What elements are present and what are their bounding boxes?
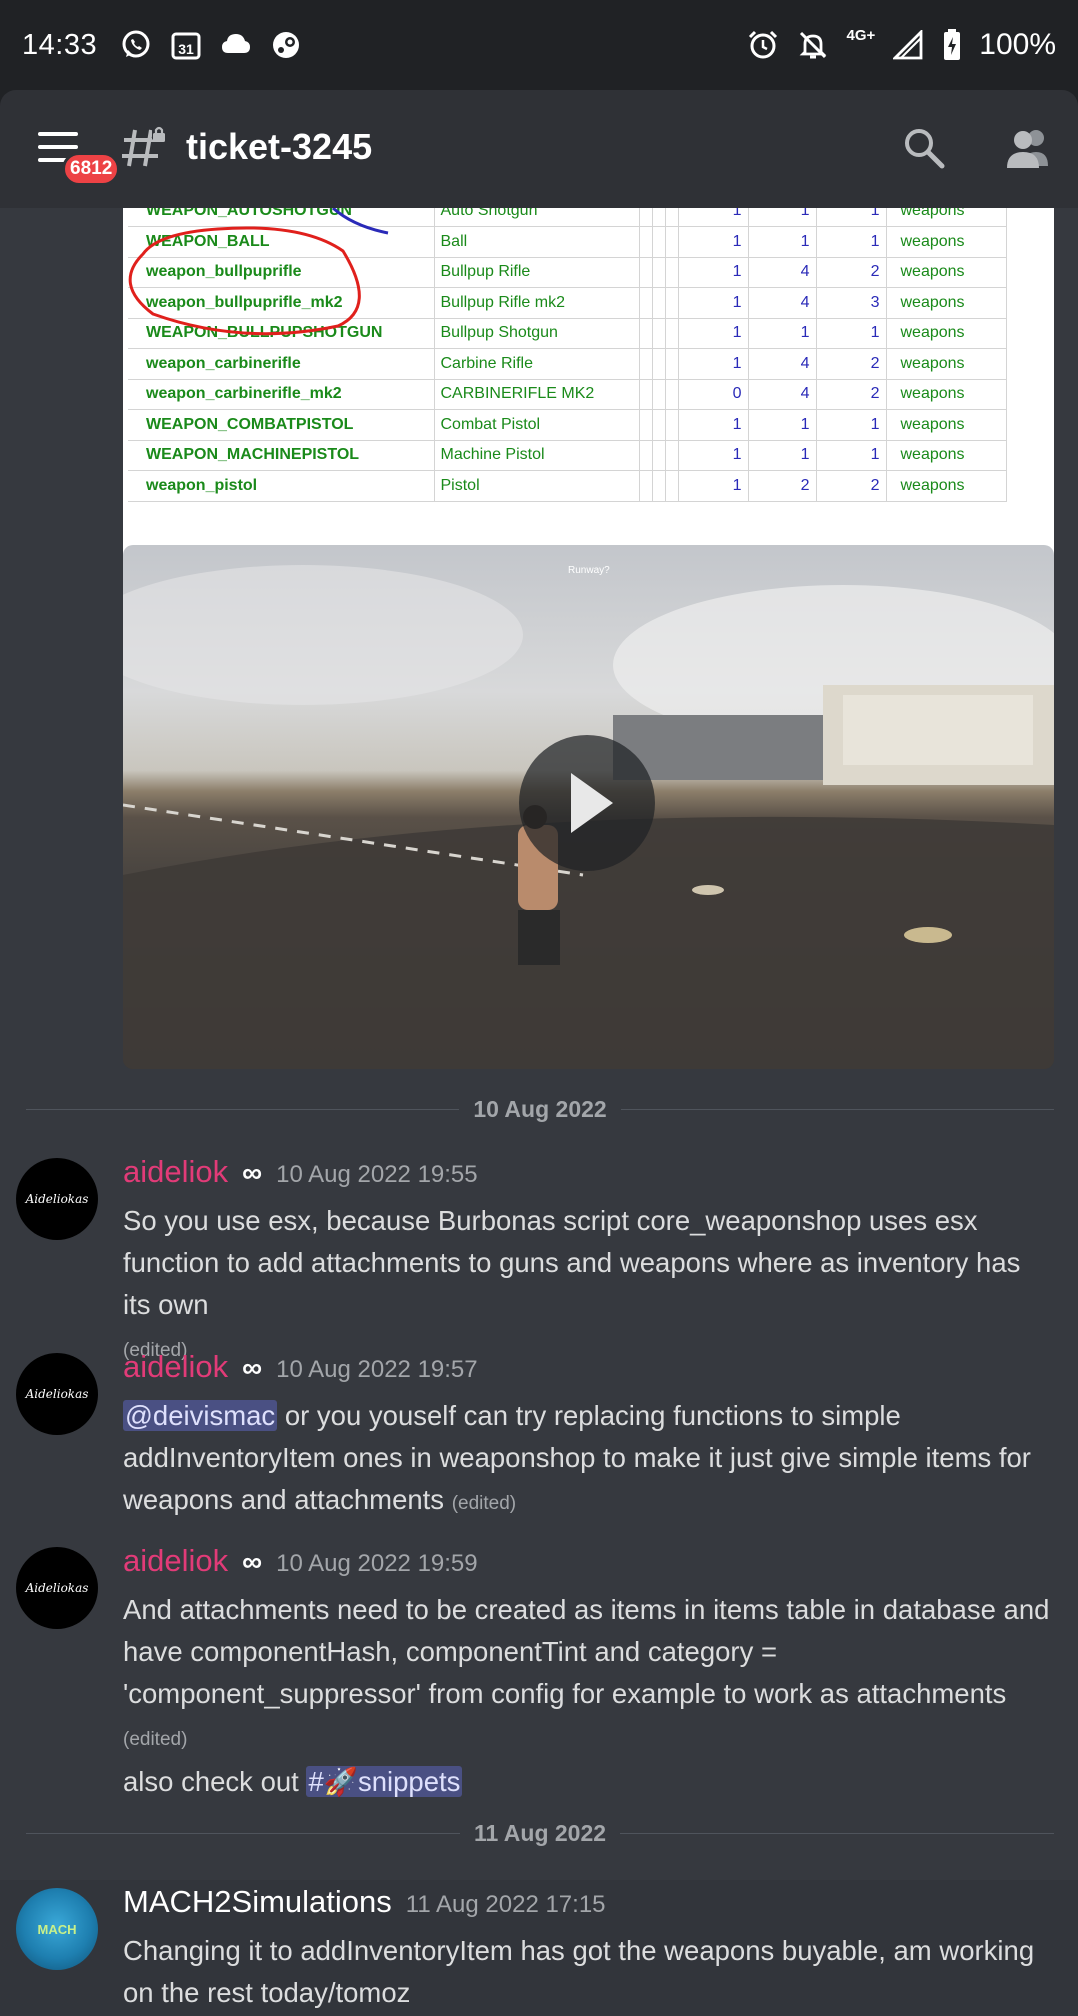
message-item[interactable]: Aideliokas aideliok ∞ 10 Aug 2022 19:55 … [0, 1154, 1078, 1361]
message-header: MACH2Simulations 11 Aug 2022 17:15 [123, 1884, 606, 1920]
status-bar: 14:33 31 4G+ 100% [0, 0, 1078, 90]
message-header: aideliok ∞ 10 Aug 2022 19:55 [123, 1154, 478, 1190]
author-name[interactable]: aideliok [123, 1543, 228, 1579]
message-timestamp: 10 Aug 2022 19:57 [276, 1356, 478, 1383]
date-divider: 10 Aug 2022 [26, 1092, 1055, 1126]
message-header: aideliok ∞ 10 Aug 2022 19:59 [123, 1543, 478, 1579]
infinity-badge-icon: ∞ [242, 1352, 263, 1383]
video-hud-location: Runway? [568, 565, 610, 576]
avatar[interactable]: MACH [16, 1888, 98, 1970]
author-name[interactable]: aideliok [123, 1154, 228, 1190]
avatar[interactable]: Aideliokas [16, 1158, 98, 1240]
video-attachment[interactable]: Runway? [123, 545, 1054, 1069]
author-name[interactable]: MACH2Simulations [123, 1884, 392, 1920]
locked-channel-icon [122, 124, 168, 170]
steam-icon [269, 28, 303, 62]
battery-percent: 100% [979, 28, 1056, 61]
message-content: @deivismac or you youself can try replac… [123, 1395, 1053, 1525]
message-content: And attachments need to be created as it… [123, 1589, 1053, 1803]
message-item[interactable]: Aideliokas aideliok ∞ 10 Aug 2022 19:57 … [0, 1349, 1078, 1515]
network-type: 4G+ [846, 26, 876, 44]
message-item[interactable]: Aideliokas aideliok ∞ 10 Aug 2022 19:59 … [0, 1543, 1078, 1807]
message-content: So you use esx, because Burbonas script … [123, 1200, 1053, 1372]
play-button[interactable] [519, 735, 655, 871]
message-timestamp: 11 Aug 2022 17:15 [405, 1891, 606, 1918]
message-content: Changing it to addInventoryItem has got … [123, 1930, 1053, 2014]
edited-label: (edited) [451, 1493, 517, 1514]
svg-text:31: 31 [178, 41, 194, 57]
avatar[interactable]: Aideliokas [16, 1547, 98, 1629]
calendar-icon: 31 [169, 28, 203, 62]
message-list[interactable]: WEAPON_AUTOSHOTGUN Auto Shotgun 1 1 1 weapons… [0, 208, 1078, 2016]
message-header: aideliok ∞ 10 Aug 2022 19:57 [123, 1349, 478, 1385]
status-bar-left: 14:33 31 [22, 28, 303, 62]
whatsapp-icon [119, 28, 153, 62]
status-time: 14:33 [22, 28, 98, 61]
members-icon[interactable] [1004, 126, 1052, 170]
alarm-icon [746, 28, 780, 62]
message-item[interactable]: MACH MACH2Simulations 11 Aug 2022 17:15 … [0, 1884, 1078, 2016]
message-text: So you use esx, because Burbonas script … [123, 1205, 1021, 1320]
message-text: Changing it to addInventoryItem has got … [123, 1935, 1035, 2008]
search-icon[interactable] [902, 126, 946, 170]
infinity-badge-icon: ∞ [242, 1546, 263, 1577]
date-divider-label: 10 Aug 2022 [473, 1095, 607, 1122]
app-header: 6812 ticket-3245 [0, 90, 1078, 208]
channel-title: ticket-3245 [186, 126, 373, 167]
date-divider-label: 11 Aug 2022 [473, 1819, 607, 1846]
status-bar-right: 4G+ 100% [746, 26, 1056, 62]
infinity-badge-icon: ∞ [242, 1157, 263, 1188]
date-divider: 11 Aug 2022 [26, 1816, 1054, 1850]
channel-link-snippets[interactable]: #🚀snippets [306, 1766, 463, 1797]
app-header-inner: 6812 ticket-3245 [0, 90, 1078, 208]
battery-icon [941, 28, 963, 62]
menu-icon-line [38, 145, 78, 149]
user-mention[interactable]: @deivismac [123, 1400, 278, 1431]
unread-badge: 6812 [62, 152, 121, 186]
message-followup-text: also check out [123, 1766, 307, 1797]
edited-label: (edited) [123, 1729, 188, 1750]
avatar[interactable]: Aideliokas [16, 1353, 98, 1435]
message-timestamp: 10 Aug 2022 19:59 [276, 1550, 478, 1577]
message-timestamp: 10 Aug 2022 19:55 [276, 1161, 478, 1188]
menu-icon-line [38, 132, 78, 136]
signal-icon [891, 28, 925, 62]
cloud-icon [219, 28, 253, 62]
author-name[interactable]: aideliok [123, 1349, 228, 1385]
notifications-off-icon [796, 28, 830, 62]
message-text: And attachments need to be created as it… [123, 1594, 1050, 1709]
